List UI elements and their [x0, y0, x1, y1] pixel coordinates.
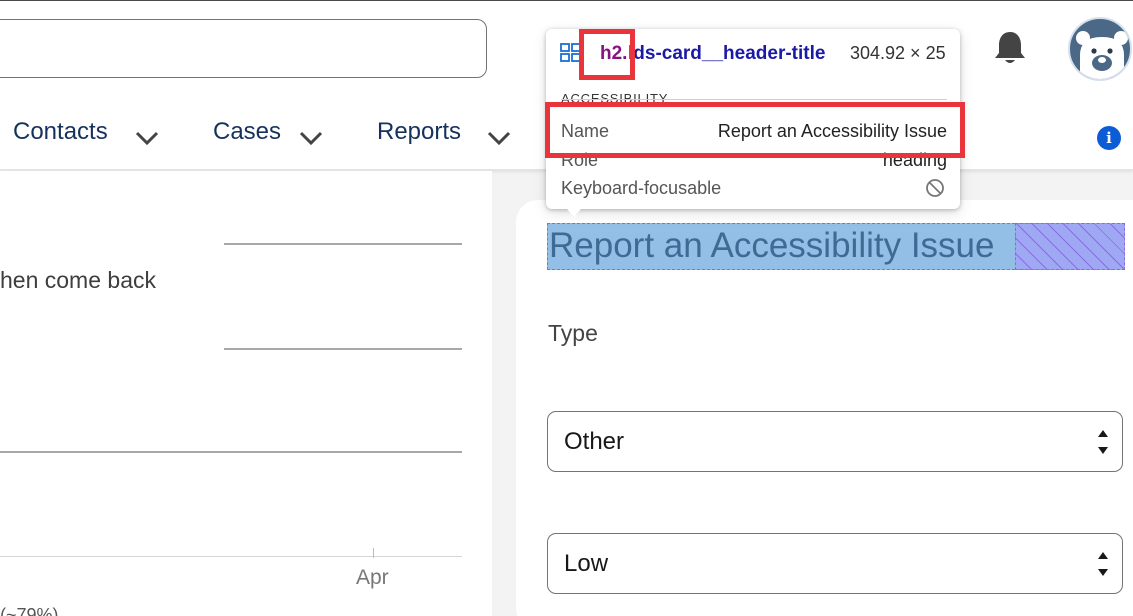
type-select[interactable]: Other: [547, 411, 1123, 472]
chart-gridline: [0, 451, 462, 453]
nav-item-reports[interactable]: Reports: [377, 118, 461, 146]
user-avatar[interactable]: [1068, 17, 1132, 81]
dashboard-chart-panel: [0, 171, 492, 616]
nav-item-cases[interactable]: Cases: [213, 118, 281, 146]
chart-message-text: hen come back: [0, 267, 156, 293]
tooltip-divider: [561, 99, 947, 100]
card-title: Report an Accessibility Issue: [549, 226, 995, 265]
search-input[interactable]: [0, 19, 487, 78]
type-select-value: Other: [564, 428, 625, 455]
priority-select-value: Low: [564, 550, 609, 577]
annotation-highlight-tag: [579, 29, 635, 80]
nav-item-contacts[interactable]: Contacts: [13, 118, 108, 146]
chart-gridline: [224, 243, 462, 245]
axis-tick: [373, 548, 374, 558]
not-focusable-icon: [926, 179, 944, 197]
tooltip-class-name: lds-card__header-title: [628, 43, 826, 64]
tooltip-pointer: [562, 203, 586, 217]
select-arrows-icon: [1098, 552, 1108, 576]
tooltip-dimensions: 304.92 × 25: [850, 43, 946, 63]
chart-x-axis: [0, 556, 462, 557]
type-field-label: Type: [548, 320, 598, 346]
chevron-down-icon[interactable]: [134, 130, 160, 146]
info-icon[interactable]: i: [1097, 126, 1121, 150]
x-axis-tick-label: Apr: [356, 566, 389, 589]
select-arrows-icon: [1098, 430, 1108, 454]
chart-gridline: [224, 348, 462, 350]
chevron-down-icon[interactable]: [298, 130, 324, 146]
notification-bell-icon[interactable]: [990, 28, 1030, 68]
devtools-padding-highlight: [1015, 223, 1125, 270]
priority-select[interactable]: Low: [547, 533, 1123, 594]
tooltip-row-key: Keyboard-focusable: [561, 178, 722, 198]
chevron-down-icon[interactable]: [486, 130, 512, 146]
chart-footnote: (~79%): [0, 605, 59, 616]
annotation-highlight-name: [545, 102, 965, 158]
